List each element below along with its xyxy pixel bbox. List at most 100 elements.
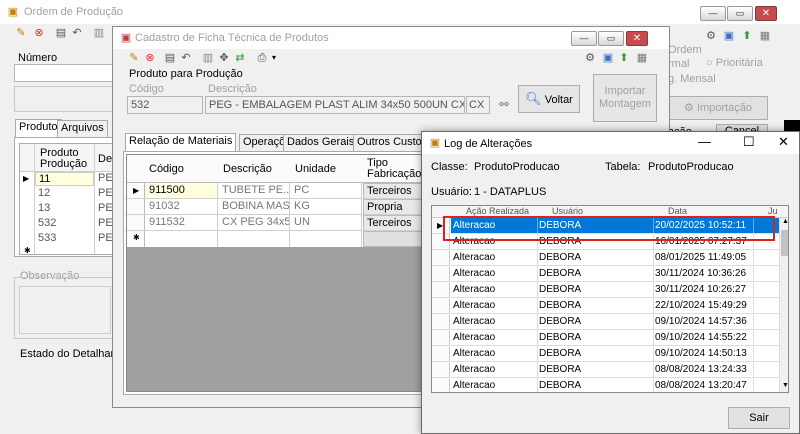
tool-icon-1[interactable]: ⚙ [583,51,597,65]
col-header-data: Data [668,206,688,216]
new-row-tipo-cell[interactable] [363,231,427,247]
table-row[interactable]: 11 [35,172,94,186]
descricao-field[interactable]: PEG - EMBALAGEM PLAST ALIM 34x50 500UN C… [205,96,465,114]
tool-icon-4[interactable]: ▦ [758,29,772,43]
ordem-label: Ordem [668,44,702,56]
numero-input[interactable] [14,64,114,82]
row-header-cell[interactable] [432,329,450,330]
sair-button[interactable]: Sair [728,407,790,429]
table-row[interactable]: Alteracao DEBORA 09/10/2024 14:57:36 [451,314,779,330]
cell-usuario: DEBORA [539,268,582,279]
cell-codigo[interactable]: 91032 [146,199,216,215]
cell-unidade[interactable]: KG [291,199,361,215]
cell-unidade[interactable]: PC [291,183,361,199]
table-row[interactable]: Alteracao DEBORA 30/11/2024 10:36:26 [451,266,779,282]
table-row[interactable]: Alteracao DEBORA 08/01/2025 11:49:05 [451,250,779,266]
tab-relacao-materiais[interactable]: Relação de Materiais [125,133,237,152]
cell-usuario: DEBORA [539,332,582,343]
save-icon[interactable]: ▤ [54,26,68,40]
cell-codigo[interactable]: 911500 [146,183,216,199]
maximize-button[interactable]: ▭ [727,6,753,21]
chevron-down-icon[interactable]: ▾ [267,51,281,65]
row-header-cell[interactable] [432,313,450,314]
close-button[interactable]: ✕ [778,134,789,150]
tool-icon-3[interactable]: ⬆ [740,29,754,43]
tab-dados-gerais[interactable]: Dados Gerais [283,134,359,151]
row-header-cell[interactable] [432,249,450,250]
table-row[interactable]: 13 [35,202,94,216]
save-icon[interactable]: ▤ [163,51,177,65]
table-row[interactable]: Alteracao DEBORA 22/10/2024 15:49:29 [451,298,779,314]
tab-outros-custos[interactable]: Outros Custos [353,134,432,151]
table-row[interactable]: Alteracao DEBORA 30/11/2024 10:26:27 [451,282,779,298]
link-icon[interactable]: ⇄ [233,51,247,65]
tool-icon-3[interactable]: ⬆ [617,51,631,65]
edit-icon[interactable]: ✎ [14,26,28,40]
table-row[interactable]: 533 [35,232,94,246]
minimize-button[interactable]: — [571,31,597,46]
col-divider [653,282,654,298]
cancel-icon[interactable]: ⊗ [32,26,46,40]
col-divider [653,250,654,266]
tool-icon-2[interactable]: ▣ [601,51,615,65]
voltar-button[interactable]: 🔍︎ Voltar [518,85,580,113]
minimize-button[interactable]: — [698,134,711,149]
cell-codigo[interactable]: 911532 [146,215,216,231]
row-header-cell[interactable] [432,361,450,362]
importacao-button[interactable]: ⚙ Importação [668,96,768,120]
cancel-icon[interactable]: ⊗ [143,51,157,65]
table-row[interactable]: Alteracao DEBORA 08/08/2024 13:20:47 [451,378,779,392]
scrollbar-thumb[interactable] [781,230,788,256]
table-row[interactable]: 12 [35,187,94,201]
search-icon[interactable]: ▥ [92,26,106,40]
binoculars-icon[interactable]: ⚯ [494,98,514,112]
search-icon: 🔍︎ [525,91,542,106]
importar-montagem-button[interactable]: Importar Montagem [593,74,657,122]
cell-descricao[interactable]: TUBETE PE... [219,183,289,199]
close-button[interactable]: ✕ [626,31,648,46]
row-header-cell[interactable] [432,281,450,282]
table-row[interactable]: Alteracao DEBORA 09/10/2024 14:55:22 [451,330,779,346]
cell-tipo[interactable]: Terceiros [363,215,427,231]
col-divider [537,330,538,346]
cell-tipo[interactable]: Terceiros [363,183,427,199]
observacao-textarea[interactable] [19,286,111,334]
tool-icon-1[interactable]: ⚙ [704,29,718,43]
tool-icon-4[interactable]: ▦ [635,51,649,65]
search-icon[interactable]: ▥ [201,51,215,65]
materiais-grid: Código Descrição Unidade Tipo Fabricação… [126,154,427,392]
codigo-field[interactable]: 532 [127,96,203,114]
move-icon[interactable]: ✥ [217,51,231,65]
close-button[interactable]: ✕ [755,6,777,21]
row-header-cell[interactable] [432,265,450,266]
row-header-cell[interactable] [432,377,450,378]
cell-descricao[interactable]: BOBINA MAS... [219,199,289,215]
maximize-button[interactable]: ☐ [743,134,755,150]
prioritaria-radio[interactable]: ○ Prioritária [706,57,763,69]
col-divider [753,250,754,266]
table-row[interactable]: 532 [35,217,94,231]
unidade-field[interactable]: CX [466,96,490,114]
maximize-button[interactable]: ▭ [598,31,624,46]
row-header-cell[interactable] [432,297,450,298]
table-row[interactable]: Alteracao DEBORA 09/10/2024 14:50:13 [451,346,779,362]
table-row[interactable]: Alteracao DEBORA 08/08/2024 13:24:33 [451,362,779,378]
vertical-scrollbar[interactable]: ▲ ▼ [779,218,788,392]
scroll-down-icon[interactable]: ▼ [782,382,788,389]
cell-tipo[interactable]: Propria [363,199,427,215]
col-divider [537,298,538,314]
col-divider [653,298,654,314]
undo-icon[interactable]: ↶ [70,26,84,40]
edit-icon[interactable]: ✎ [127,51,141,65]
cell-unidade[interactable]: UN [291,215,361,231]
row-desc: PE [98,217,113,229]
cell-descricao[interactable]: CX PEG 34x5... [219,215,289,231]
scroll-up-icon[interactable]: ▲ [782,218,788,225]
undo-icon[interactable]: ↶ [179,51,193,65]
tool-icon-2[interactable]: ▣ [722,29,736,43]
minimize-button[interactable]: — [700,6,726,21]
tab-arquivos[interactable]: Arquivos [57,120,108,137]
row-header-cell[interactable] [432,345,450,346]
tab-produto[interactable]: Produto [15,119,62,138]
materiais-header: Código Descrição Unidade Tipo Fabricação [127,155,427,183]
